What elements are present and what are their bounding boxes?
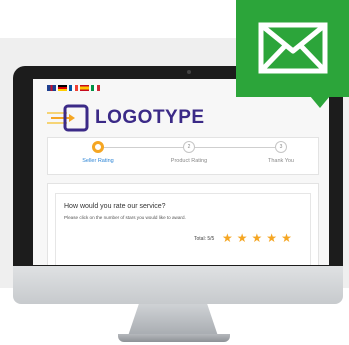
monitor-foot [118,334,230,342]
mail-badge-pointer [310,96,330,108]
rating-question: How would you rate our service? [64,203,166,210]
step-1-dot[interactable] [92,141,104,153]
step-2-label: Product Rating [170,158,208,164]
step-2-dot[interactable]: 2 [183,141,195,153]
step-3-dot[interactable]: 3 [275,141,287,153]
progress-stepper: 2 3 Seller Rating Product Rating Thank Y… [47,137,319,175]
step-connector [193,147,275,148]
logo-mark-icon [47,104,89,132]
mail-badge [236,0,349,97]
star-icon[interactable]: ★ [237,232,248,244]
language-flags [47,85,100,91]
rating-total: Total: 5/5 [194,236,215,242]
star-icon[interactable]: ★ [281,232,292,244]
monitor-stand [128,304,218,336]
uk-flag-icon[interactable] [47,85,56,91]
fr-flag-icon[interactable] [69,85,78,91]
step-3-label: Thank You [268,158,294,164]
it-flag-icon[interactable] [91,85,100,91]
de-flag-icon[interactable] [58,85,67,91]
rating-hint: Please click on the number of stars you … [64,215,186,220]
rating-panel: How would you rate our service? Please c… [55,193,311,265]
star-icon[interactable]: ★ [222,232,233,244]
star-icon[interactable]: ★ [252,232,263,244]
star-icon[interactable]: ★ [266,232,277,244]
step-1-label: Seller Rating [82,158,114,164]
camera-dot [187,70,191,74]
star-rating: ★ ★ ★ ★ ★ [222,232,292,244]
rating-card: How would you rate our service? Please c… [47,183,319,265]
step-connector [101,147,185,148]
envelope-icon [258,22,328,74]
logo: LOGOTYPE [47,101,205,135]
monitor: LOGOTYPE 2 3 Seller Rating Product Ratin… [13,66,343,304]
es-flag-icon[interactable] [80,85,89,91]
screen: LOGOTYPE 2 3 Seller Rating Product Ratin… [33,79,329,265]
logo-text: LOGOTYPE [95,107,205,128]
monitor-chin [13,266,343,304]
